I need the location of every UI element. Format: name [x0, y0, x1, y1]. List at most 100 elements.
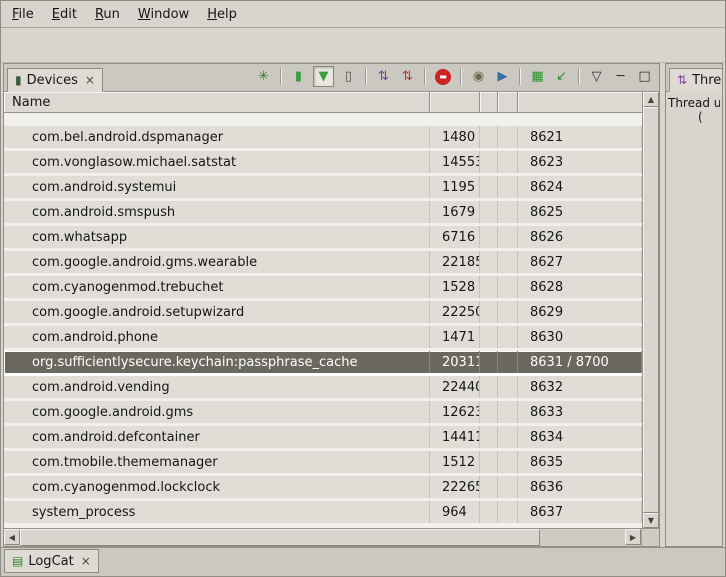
process-pid: 6716	[430, 226, 480, 248]
column-header-name[interactable]: Name	[4, 92, 430, 112]
process-cell-3	[480, 301, 498, 323]
process-port: 8621	[518, 126, 642, 148]
scroll-right-icon[interactable]: ▶	[625, 529, 641, 545]
devices-tabbar: ▮ Devices × ✳ ▮ ▼ ▯	[4, 64, 659, 92]
com.vonglasow.michael.satstat[interactable]: com.vonglasow.michael.satstat 14553 8623	[4, 151, 642, 176]
process-cell-3	[480, 126, 498, 148]
process-port: 8634	[518, 426, 642, 448]
tab-devices[interactable]: ▮ Devices ×	[7, 68, 103, 92]
process-pid: 1195	[430, 176, 480, 198]
system_process[interactable]: system_process 964 8637	[4, 501, 642, 526]
process-pid: 22265	[430, 476, 480, 498]
com.google.android.gms[interactable]: com.google.android.gms 12623 8633	[4, 401, 642, 426]
cause-gc-icon[interactable]: ▯	[339, 67, 358, 86]
com.tmobile.thememanager[interactable]: com.tmobile.thememanager 1512 8635	[4, 451, 642, 476]
process-port: 8629	[518, 301, 642, 323]
update-threads-icon[interactable]: ⇅	[374, 67, 393, 86]
com.android.smspush[interactable]: com.android.smspush 1679 8625	[4, 201, 642, 226]
ddms-window: File Edit Run Window Help ▮ Devices ×	[0, 0, 726, 577]
process-cell-3	[480, 351, 498, 373]
com.android.systemui[interactable]: com.android.systemui 1195 8624	[4, 176, 642, 201]
tab-threads[interactable]: ⇅ Threa	[669, 68, 723, 92]
process-pid: 964	[430, 501, 480, 523]
com.google.android.gms.wearable[interactable]: com.google.android.gms.wearable 22185 86…	[4, 251, 642, 276]
com.android.phone[interactable]: com.android.phone 1471 8630	[4, 326, 642, 351]
view-menu-icon[interactable]: ▽	[587, 67, 606, 86]
process-cell-4	[498, 151, 518, 173]
update-heap-icon[interactable]: ▮	[289, 67, 308, 86]
com.whatsapp[interactable]: com.whatsapp 6716 8626	[4, 226, 642, 251]
process-pid: 1471	[430, 326, 480, 348]
menu-item[interactable]: Help	[198, 4, 246, 25]
scroll-down-icon[interactable]: ▼	[643, 513, 659, 528]
process-port: 8623	[518, 151, 642, 173]
tree-grid-icon[interactable]: ▦	[528, 67, 547, 86]
process-cell-3	[480, 401, 498, 423]
close-icon[interactable]: ×	[81, 554, 91, 568]
process-cell-4	[498, 126, 518, 148]
process-cell-4	[498, 501, 518, 523]
menu-item[interactable]: Window	[129, 4, 198, 25]
stop-process-icon[interactable]: ▬	[435, 69, 451, 85]
com.google.android.setupwizard[interactable]: com.google.android.setupwizard 22250 862…	[4, 301, 642, 326]
dump-hprof-icon[interactable]: ▼	[313, 66, 334, 87]
vertical-scroll-thumb[interactable]	[643, 107, 659, 513]
threads-tabbar: ⇅ Threa	[666, 64, 722, 92]
vertical-scrollbar[interactable]: ▲ ▼	[642, 92, 659, 528]
scrollbar-corner	[641, 529, 659, 546]
process-cell-3	[480, 276, 498, 298]
screen-record-icon[interactable]: ▶	[493, 67, 512, 86]
process-cell-4	[498, 276, 518, 298]
debug-process-icon[interactable]: ✳	[254, 67, 273, 86]
menu-item[interactable]: Edit	[43, 4, 86, 25]
toolbar-separator	[460, 68, 462, 85]
maximize-icon[interactable]: □	[635, 67, 654, 86]
threads-panel: ⇅ Threa Thread up (	[665, 63, 723, 547]
scroll-up-icon[interactable]: ▲	[643, 92, 659, 107]
threads-message-line2: (	[668, 110, 720, 124]
column-header-3[interactable]	[480, 92, 498, 112]
screen-capture-icon[interactable]: ◉	[469, 67, 488, 86]
process-pid: 20311	[430, 351, 480, 373]
process-cell-4	[498, 251, 518, 273]
process-cell-3	[480, 501, 498, 523]
com.cyanogenmod.trebuchet[interactable]: com.cyanogenmod.trebuchet 1528 8628	[4, 276, 642, 301]
column-header-port[interactable]	[518, 92, 642, 112]
process-table-body: com.bel.android.dspmanager 1480 8621 com…	[4, 113, 642, 528]
process-name: com.whatsapp	[4, 226, 430, 248]
menu-item[interactable]: File	[3, 4, 43, 25]
process-port: 8625	[518, 201, 642, 223]
toolbar-separator	[519, 68, 521, 85]
stop-thread-updates-icon[interactable]: ⇅	[398, 67, 417, 86]
org.sufficientlysecure.keychain:passphrase_cache[interactable]: org.sufficientlysecure.keychain:passphra…	[4, 351, 642, 376]
horizontal-scroll-track[interactable]	[20, 529, 625, 546]
process-port: 8637	[518, 501, 642, 523]
minimize-icon[interactable]: ─	[611, 67, 630, 86]
process-pid: 1679	[430, 201, 480, 223]
com.android.vending[interactable]: com.android.vending 22440 8632	[4, 376, 642, 401]
process-cell-3	[480, 176, 498, 198]
process-port: 8632	[518, 376, 642, 398]
tab-logcat[interactable]: ▤ LogCat ×	[4, 549, 99, 573]
process-name: com.vonglasow.michael.satstat	[4, 151, 430, 173]
toolbar-separator	[280, 68, 282, 85]
process-name: com.cyanogenmod.trebuchet	[4, 276, 430, 298]
menubar: File Edit Run Window Help	[1, 1, 725, 28]
com.cyanogenmod.lockclock[interactable]: com.cyanogenmod.lockclock 22265 8636	[4, 476, 642, 501]
logcat-bar: ▤ LogCat ×	[1, 547, 725, 576]
horizontal-scrollbar[interactable]: ◀ ▶	[4, 528, 659, 546]
com.bel.android.dspmanager[interactable]: com.bel.android.dspmanager 1480 8621	[4, 126, 642, 151]
close-icon[interactable]: ×	[85, 73, 95, 87]
menu-item[interactable]: Run	[86, 4, 129, 25]
com.android.defcontainer[interactable]: com.android.defcontainer 14411 8634	[4, 426, 642, 451]
scroll-left-icon[interactable]: ◀	[4, 529, 20, 545]
process-port: 8628	[518, 276, 642, 298]
process-cell-4	[498, 201, 518, 223]
column-header-4[interactable]	[498, 92, 518, 112]
process-cell-4	[498, 301, 518, 323]
column-header-pid[interactable]	[430, 92, 480, 112]
process-pid: 22250	[430, 301, 480, 323]
process-cell-3	[480, 376, 498, 398]
tree-collapse-icon[interactable]: ↙	[552, 67, 571, 86]
horizontal-scroll-thumb[interactable]	[20, 529, 540, 546]
